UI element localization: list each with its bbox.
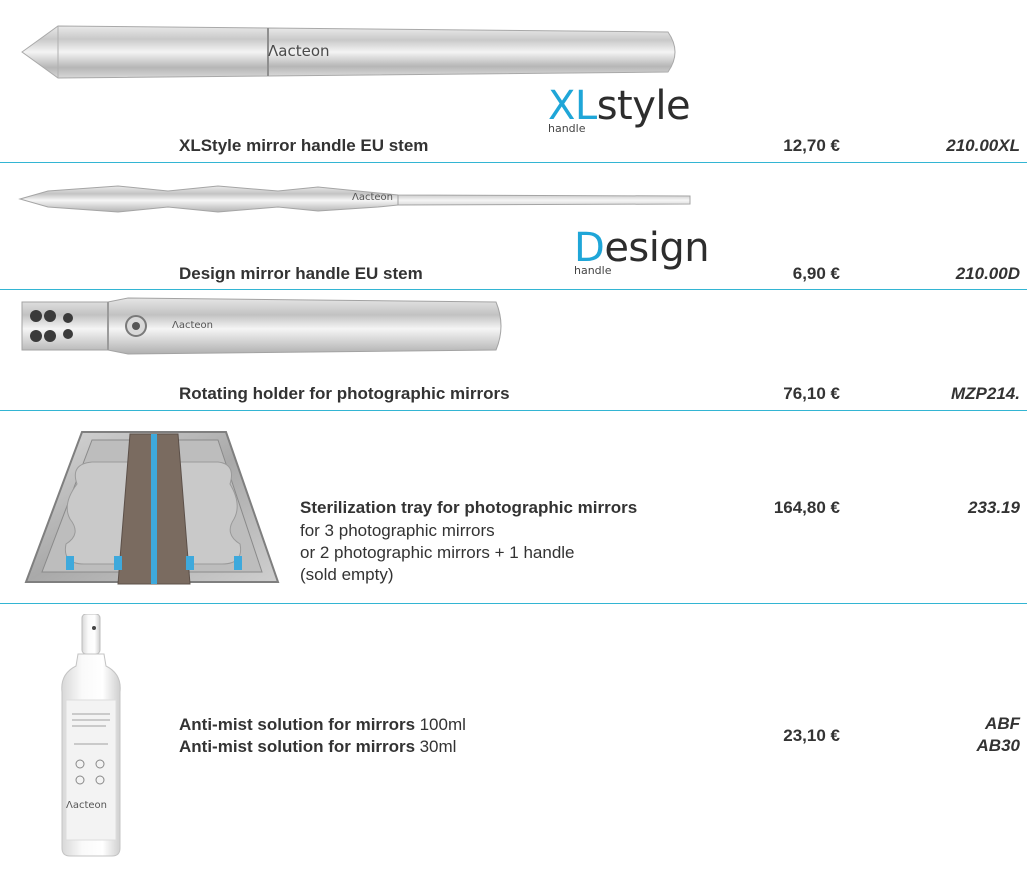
xlstyle-handle-image <box>21 25 676 79</box>
product-line: Anti-mist solution for mirrors 100ml <box>179 714 466 736</box>
product-name: Rotating holder for photographic mirrors <box>179 384 510 403</box>
product-price: 6,90 € <box>792 264 840 283</box>
product-line: Anti-mist solution for mirrors 30ml <box>179 736 456 758</box>
sterilization-tray-image <box>24 431 280 585</box>
rotating-holder-image <box>21 297 502 355</box>
product-name: Anti-mist solution for mirrors <box>179 715 416 734</box>
product-name: XLStyle mirror handle EU stem <box>179 136 429 155</box>
product-ref: 210.00D <box>955 264 1020 283</box>
product-name: Anti-mist solution for mirrors <box>179 737 416 756</box>
product-ref: ABF <box>985 714 1020 733</box>
acteon-logo-mark: Λ <box>66 800 73 811</box>
product-name: Sterilization tray for photographic mirr… <box>300 498 638 517</box>
product-detail: (sold empty) <box>300 565 394 584</box>
acteon-logo-mark: Λ <box>352 192 359 203</box>
product-size: 100ml <box>419 715 466 734</box>
holder-brand-logo: Λacteon <box>172 320 213 331</box>
product-ref: MZP214. <box>951 384 1020 403</box>
product-detail: for 3 photographic mirrors <box>300 521 495 540</box>
design-logo: Design handle <box>574 225 710 277</box>
row-divider <box>0 603 1027 604</box>
product-price: 12,70 € <box>783 136 840 155</box>
product-ref: AB30 <box>976 736 1020 755</box>
bottle-brand-logo: Λacteon <box>66 800 107 811</box>
product-price: 23,10 € <box>783 726 840 745</box>
product-size: 30ml <box>419 737 457 756</box>
row-divider <box>0 289 1027 290</box>
product-price: 164,80 € <box>773 498 840 517</box>
product-ref: 233.19 <box>968 498 1020 517</box>
xlstyle-logo: XLstyle handle <box>548 83 691 135</box>
product-detail: or 2 photographic mirrors + 1 handle <box>300 543 575 562</box>
handle-brand-logo: Λacteon <box>352 192 393 203</box>
product-ref: 210.00XL <box>946 136 1020 155</box>
product-name: Design mirror handle EU stem <box>179 264 423 283</box>
row-divider <box>0 410 1027 411</box>
row-divider <box>0 162 1027 163</box>
anti-mist-bottle-image <box>61 614 121 857</box>
handle-brand-logo: Λacteon <box>268 42 330 60</box>
acteon-logo-mark: Λ <box>268 42 279 60</box>
acteon-logo-mark: Λ <box>172 320 179 331</box>
product-price: 76,10 € <box>783 384 840 403</box>
